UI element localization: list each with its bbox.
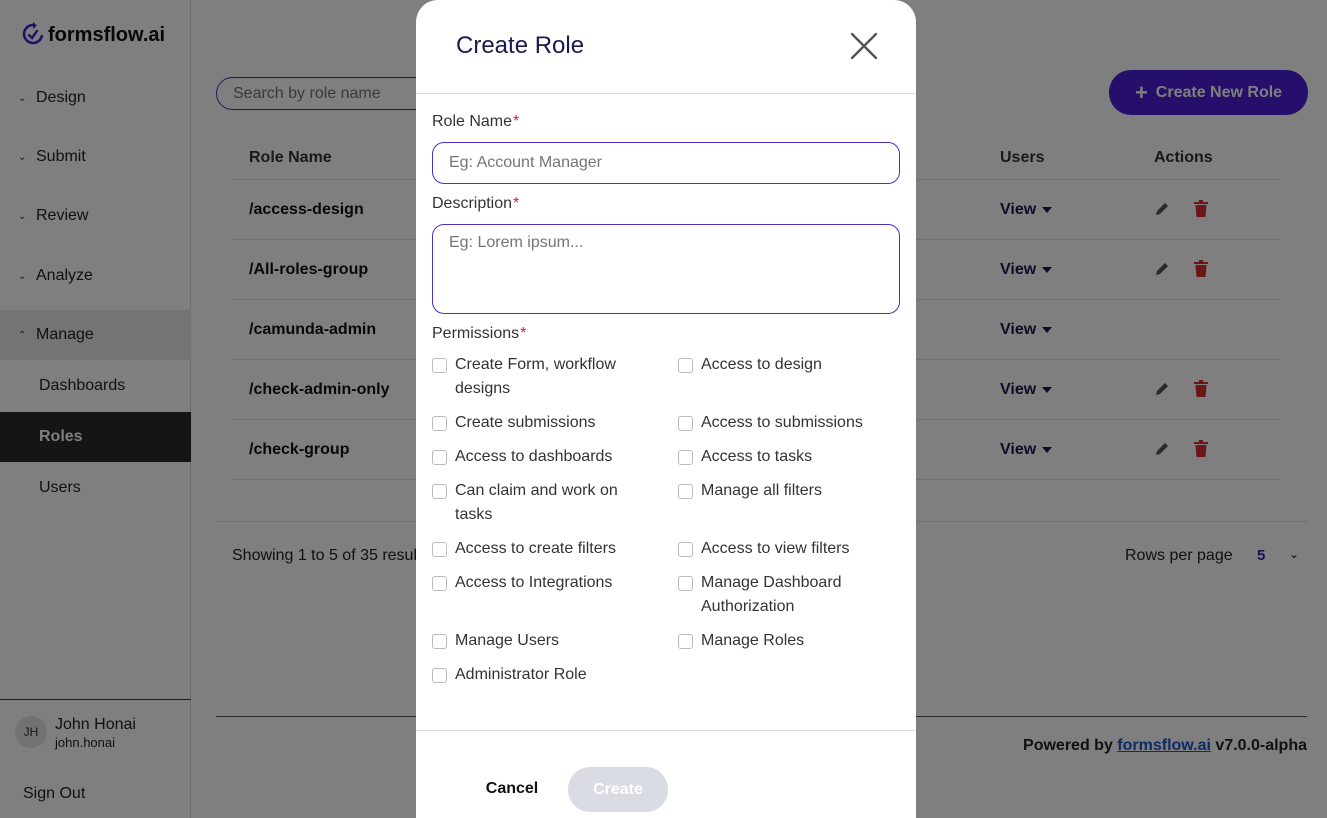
checkbox[interactable] bbox=[432, 542, 447, 557]
required-mark: * bbox=[520, 325, 527, 342]
permission-checkbox[interactable]: Administrator Role bbox=[432, 663, 652, 687]
description-input[interactable] bbox=[432, 224, 900, 314]
permissions-label: Permissions* bbox=[432, 325, 526, 343]
permissions-label-text: Permissions bbox=[432, 325, 520, 342]
modal-title: Create Role bbox=[456, 32, 585, 59]
permission-label: Create Form, workflow designs bbox=[455, 356, 616, 397]
checkbox[interactable] bbox=[678, 576, 693, 591]
role-name-label-text: Role Name bbox=[432, 113, 513, 130]
permission-checkbox[interactable]: Create submissions bbox=[432, 411, 652, 435]
permission-label: Manage Dashboard Authorization bbox=[701, 574, 842, 615]
modal-header-divider bbox=[416, 93, 916, 94]
permission-checkbox[interactable]: Access to view filters bbox=[678, 537, 898, 561]
role-name-input[interactable] bbox=[432, 142, 900, 184]
required-mark: * bbox=[513, 113, 520, 130]
permission-label: Access to Integrations bbox=[455, 574, 613, 591]
permission-checkbox[interactable]: Manage Dashboard Authorization bbox=[678, 571, 868, 619]
create-button[interactable]: Create bbox=[568, 767, 668, 812]
checkbox[interactable] bbox=[678, 416, 693, 431]
permission-checkbox[interactable]: Access to design bbox=[678, 353, 898, 377]
modal-footer-divider bbox=[416, 730, 916, 731]
checkbox[interactable] bbox=[432, 484, 447, 499]
permission-checkbox[interactable]: Create Form, workflow designs bbox=[432, 353, 652, 401]
permission-checkbox[interactable]: Access to dashboards bbox=[432, 445, 652, 469]
permission-label: Can claim and work on tasks bbox=[455, 482, 618, 523]
checkbox[interactable] bbox=[432, 358, 447, 373]
create-role-modal: Create Role Role Name* Description* Perm… bbox=[416, 0, 916, 818]
permission-checkbox[interactable]: Manage Users bbox=[432, 629, 652, 653]
permission-checkbox[interactable]: Manage Roles bbox=[678, 629, 898, 653]
checkbox[interactable] bbox=[432, 634, 447, 649]
permission-checkbox[interactable]: Can claim and work on tasks bbox=[432, 479, 652, 527]
permission-label: Manage Roles bbox=[701, 632, 805, 649]
permission-checkbox[interactable]: Manage all filters bbox=[678, 479, 898, 503]
permission-label: Manage all filters bbox=[701, 482, 822, 499]
checkbox[interactable] bbox=[678, 542, 693, 557]
permission-label: Access to create filters bbox=[455, 540, 616, 557]
required-mark: * bbox=[513, 195, 520, 212]
checkbox[interactable] bbox=[678, 484, 693, 499]
permission-label: Access to submissions bbox=[701, 414, 863, 431]
permission-label: Access to design bbox=[701, 356, 822, 373]
permission-label: Create submissions bbox=[455, 414, 596, 431]
checkbox[interactable] bbox=[432, 450, 447, 465]
permission-label: Access to view filters bbox=[701, 540, 850, 557]
checkbox[interactable] bbox=[678, 634, 693, 649]
description-label: Description* bbox=[432, 195, 519, 213]
cancel-button[interactable]: Cancel bbox=[468, 767, 556, 811]
checkbox[interactable] bbox=[678, 450, 693, 465]
permission-checkbox[interactable]: Access to submissions bbox=[678, 411, 898, 435]
close-icon[interactable] bbox=[848, 30, 880, 62]
description-label-text: Description bbox=[432, 195, 513, 212]
checkbox[interactable] bbox=[432, 668, 447, 683]
role-name-label: Role Name* bbox=[432, 113, 519, 131]
permission-label: Manage Users bbox=[455, 632, 560, 649]
permission-checkbox[interactable]: Access to Integrations bbox=[432, 571, 652, 595]
permission-label: Access to tasks bbox=[701, 448, 813, 465]
checkbox[interactable] bbox=[678, 358, 693, 373]
permission-label: Administrator Role bbox=[455, 666, 587, 683]
permission-label: Access to dashboards bbox=[455, 448, 613, 465]
permission-checkbox[interactable]: Access to tasks bbox=[678, 445, 898, 469]
checkbox[interactable] bbox=[432, 416, 447, 431]
checkbox[interactable] bbox=[432, 576, 447, 591]
permission-checkbox[interactable]: Access to create filters bbox=[432, 537, 652, 561]
